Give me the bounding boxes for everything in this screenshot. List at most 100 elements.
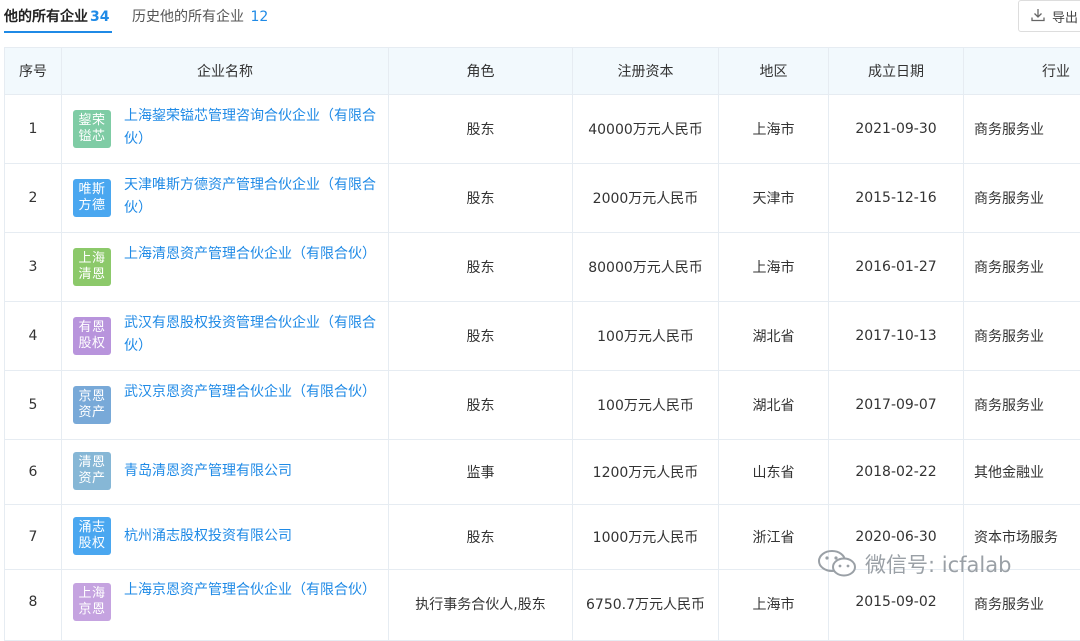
- date-text: 2016-01-27: [855, 259, 936, 275]
- logo-line-1: 鋆荣: [78, 113, 105, 129]
- region-cell: 上海市: [719, 570, 829, 641]
- region-cell: 山东省: [719, 440, 829, 505]
- row-index-text: 4: [29, 328, 38, 344]
- row-index-text: 5: [29, 397, 38, 413]
- row-index: 8: [5, 570, 62, 641]
- company-name-link[interactable]: 上海鋆荣镒芯管理咨询合伙企业（有限合伙）: [124, 105, 378, 151]
- role-cell: 股东: [389, 164, 573, 233]
- company-cell: 京恩资产武汉京恩资产管理合伙企业（有限合伙）: [62, 371, 389, 440]
- company-name-link[interactable]: 上海京恩资产管理合伙企业（有限合伙）: [124, 579, 378, 602]
- company-logo[interactable]: 鋆荣镒芯: [73, 110, 111, 148]
- logo-line-2: 方德: [78, 198, 105, 214]
- company-cell: 涌志股权杭州涌志股权投资有限公司: [62, 505, 389, 570]
- capital-text: 2000万元人民币: [593, 191, 699, 207]
- table-row: 5京恩资产武汉京恩资产管理合伙企业（有限合伙）股东100万元人民币湖北省2017…: [5, 371, 1080, 440]
- company-name-link[interactable]: 杭州涌志股权投资有限公司: [124, 525, 378, 548]
- header-capital: 注册资本: [573, 48, 719, 95]
- region-cell: 上海市: [719, 95, 829, 164]
- row-index-text: 6: [29, 464, 38, 480]
- company-logo[interactable]: 唯斯方德: [73, 179, 111, 217]
- tab-history-label: 历史他的所有企业: [132, 9, 244, 25]
- industry-cell: 商务服务业: [964, 233, 1080, 302]
- industry-cell: 商务服务业: [964, 302, 1080, 371]
- capital-text: 40000万元人民币: [588, 122, 703, 138]
- industry-text: 商务服务业: [974, 122, 1044, 138]
- company-name-link[interactable]: 天津唯斯方德资产管理合伙企业（有限合伙）: [124, 174, 378, 220]
- role-cell: 股东: [389, 233, 573, 302]
- date-cell: 2015-12-16: [829, 164, 964, 233]
- company-cell: 清恩资产青岛清恩资产管理有限公司: [62, 440, 389, 505]
- header-industry: 行业: [964, 48, 1080, 95]
- table-row: 4 有恩股权武汉有恩股权投资管理合伙企业（有限合伙） 股东 100万元人民币 湖北省 20…: [5, 302, 1080, 371]
- capital-text: 80000万元人民币: [588, 260, 703, 276]
- region-text: 湖北省: [753, 398, 795, 414]
- capital-cell: 100万元人民币: [573, 302, 719, 371]
- company-cell: 有恩股权武汉有恩股权投资管理合伙企业（有限合伙）: [62, 302, 389, 371]
- role-cell: 监事: [389, 440, 573, 505]
- download-icon: [1031, 8, 1045, 22]
- row-index: 5: [5, 371, 62, 440]
- date-text: 2020-06-30: [855, 529, 936, 545]
- logo-line-2: 股权: [78, 536, 105, 552]
- logo-line-1: 上海: [78, 251, 105, 267]
- region-cell: 浙江省: [719, 505, 829, 570]
- row-index: 1: [5, 95, 62, 164]
- region-text: 浙江省: [753, 530, 795, 546]
- date-text: 2017-10-13: [855, 328, 936, 344]
- region-cell: 湖北省: [719, 302, 829, 371]
- role-text: 股东: [467, 191, 495, 207]
- capital-cell: 40000万元人民币: [573, 95, 719, 164]
- header-name: 企业名称: [62, 48, 389, 95]
- logo-line-1: 涌志: [78, 520, 105, 536]
- row-index-text: 8: [29, 594, 38, 610]
- role-cell: 股东: [389, 95, 573, 164]
- row-index: 2: [5, 164, 62, 233]
- role-text: 股东: [467, 530, 495, 546]
- region-text: 上海市: [753, 260, 795, 276]
- company-logo[interactable]: 上海京恩: [73, 583, 111, 621]
- company-logo[interactable]: 京恩资产: [73, 386, 111, 424]
- capital-cell: 1000万元人民币: [573, 505, 719, 570]
- company-logo[interactable]: 清恩资产: [73, 452, 111, 490]
- capital-cell: 1200万元人民币: [573, 440, 719, 505]
- region-text: 湖北省: [753, 329, 795, 345]
- region-text: 上海市: [753, 122, 795, 138]
- export-button[interactable]: 导出: [1018, 0, 1080, 32]
- tab-history-companies[interactable]: 历史他的所有企业 12: [132, 6, 268, 26]
- date-text: 2015-12-16: [855, 190, 936, 206]
- logo-line-2: 股权: [78, 336, 105, 352]
- company-name-link[interactable]: 武汉有恩股权投资管理合伙企业（有限合伙）: [124, 312, 378, 358]
- table-row: 1鋆荣镒芯上海鋆荣镒芯管理咨询合伙企业（有限合伙）股东40000万元人民币上海市…: [5, 95, 1080, 164]
- company-logo[interactable]: 有恩股权: [73, 317, 111, 355]
- date-cell: 2018-02-22: [829, 440, 964, 505]
- role-text: 股东: [467, 260, 495, 276]
- company-name-link[interactable]: 青岛清恩资产管理有限公司: [124, 460, 378, 483]
- wechat-icon: [815, 548, 859, 580]
- company-logo[interactable]: 上海清恩: [73, 248, 111, 286]
- date-text: 2021-09-30: [855, 121, 936, 137]
- region-text: 山东省: [753, 465, 795, 481]
- company-name-link[interactable]: 上海清恩资产管理合伙企业（有限合伙）: [124, 243, 378, 266]
- logo-line-2: 镒芯: [78, 129, 105, 145]
- role-cell: 股东: [389, 371, 573, 440]
- capital-cell: 80000万元人民币: [573, 233, 719, 302]
- tab-current-companies[interactable]: 他的所有企业34: [4, 6, 109, 26]
- table-header-row: 序号 企业名称 角色 注册资本 地区 成立日期 行业: [5, 48, 1080, 95]
- logo-line-1: 唯斯: [78, 182, 105, 198]
- role-text: 股东: [467, 122, 495, 138]
- export-label: 导出: [1052, 7, 1078, 26]
- capital-text: 100万元人民币: [597, 398, 694, 414]
- capital-text: 100万元人民币: [597, 329, 694, 345]
- row-index-text: 3: [29, 259, 38, 275]
- industry-text: 商务服务业: [974, 191, 1044, 207]
- header-region: 地区: [719, 48, 829, 95]
- table-row: 2唯斯方德天津唯斯方德资产管理合伙企业（有限合伙）股东2000万元人民币天津市2…: [5, 164, 1080, 233]
- tab-history-count: 12: [250, 9, 268, 25]
- company-cell: 上海清恩上海清恩资产管理合伙企业（有限合伙）: [62, 233, 389, 302]
- company-logo[interactable]: 涌志股权: [73, 517, 111, 555]
- industry-cell: 商务服务业: [964, 164, 1080, 233]
- role-text: 股东: [467, 329, 495, 345]
- company-name-link[interactable]: 武汉京恩资产管理合伙企业（有限合伙）: [124, 381, 378, 404]
- tab-current-count: 34: [90, 9, 109, 25]
- role-cell: 股东: [389, 302, 573, 371]
